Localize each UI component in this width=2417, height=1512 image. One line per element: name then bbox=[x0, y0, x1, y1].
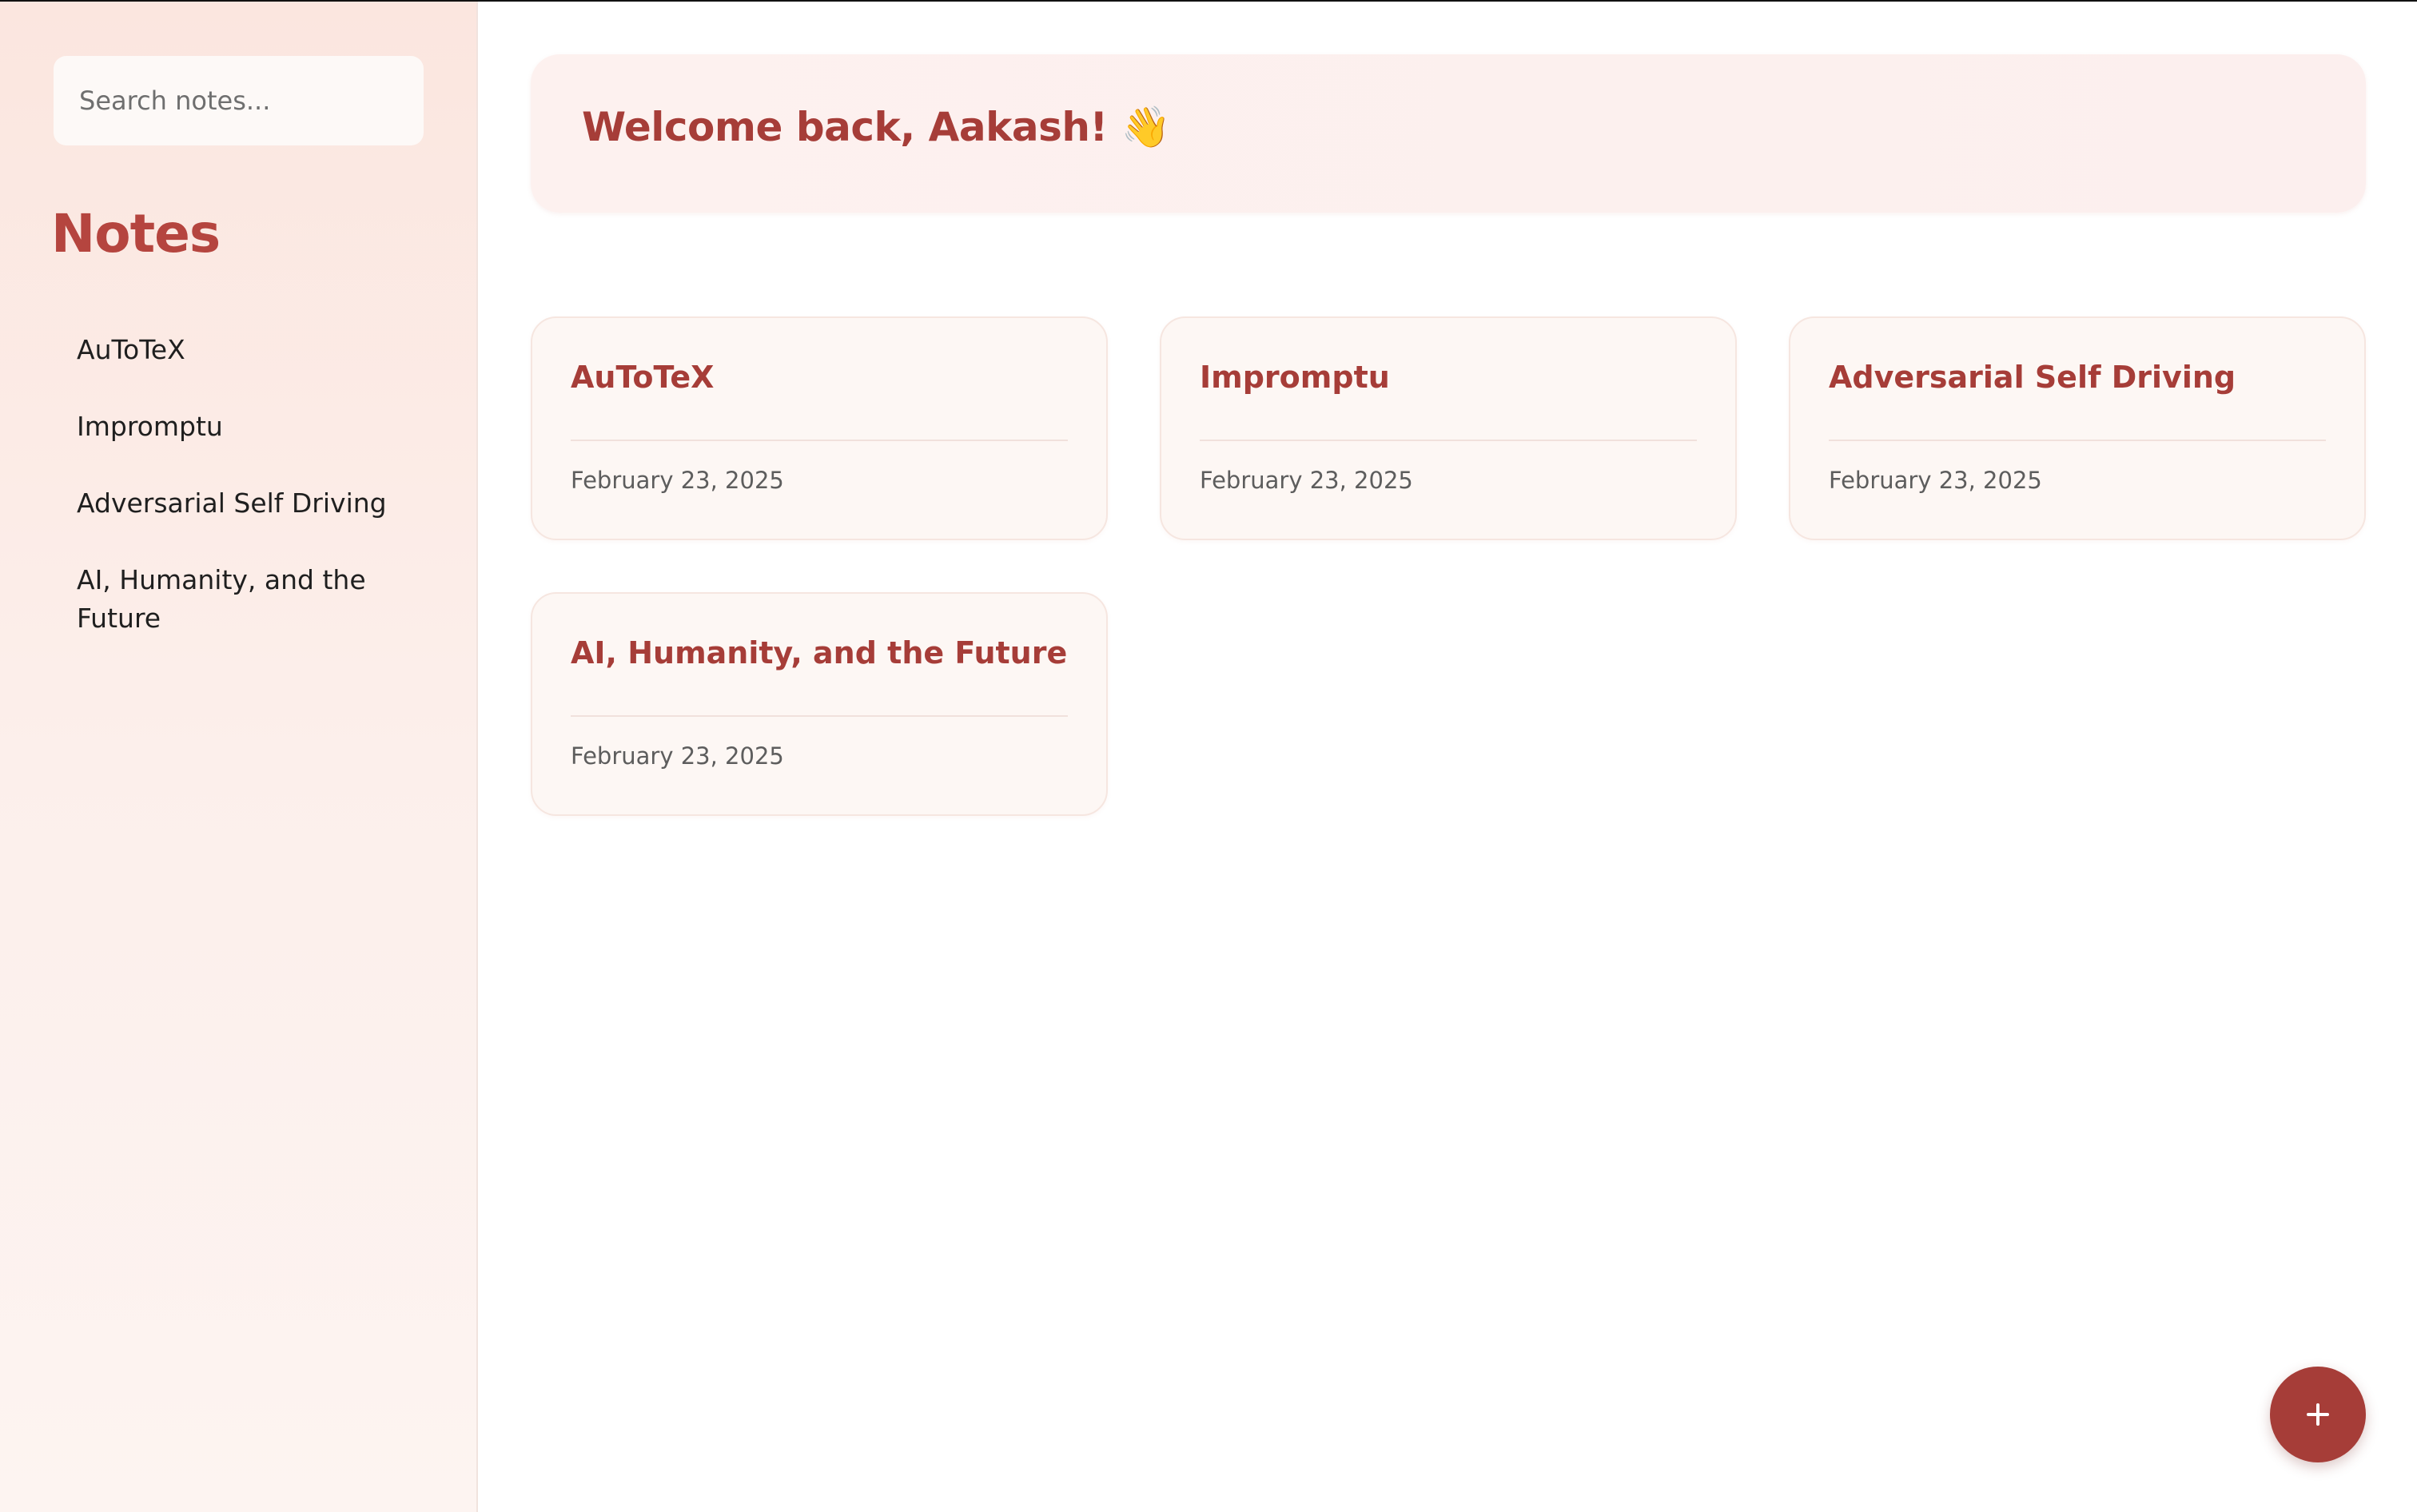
sidebar-item-ai-humanity-future[interactable]: AI, Humanity, and the Future bbox=[77, 561, 428, 638]
note-card-date: February 23, 2025 bbox=[571, 742, 784, 770]
note-card-title: AuToTeX bbox=[571, 360, 715, 395]
add-note-button[interactable] bbox=[2270, 1367, 2366, 1462]
sidebar-item-impromptu[interactable]: Impromptu bbox=[77, 408, 428, 446]
note-card[interactable]: Impromptu February 23, 2025 bbox=[1160, 316, 1737, 540]
note-list: AuToTeX Impromptu Adversarial Self Drivi… bbox=[77, 331, 428, 676]
note-card[interactable]: AI, Humanity, and the Future February 23… bbox=[531, 592, 1108, 816]
divider bbox=[1200, 440, 1697, 441]
search-placeholder: Search notes... bbox=[79, 86, 271, 116]
sidebar-item-autotex[interactable]: AuToTeX bbox=[77, 331, 428, 369]
sidebar-item-adversarial-self-driving[interactable]: Adversarial Self Driving bbox=[77, 484, 428, 523]
divider bbox=[1829, 440, 2326, 441]
note-card-date: February 23, 2025 bbox=[1829, 467, 2042, 494]
divider bbox=[571, 715, 1068, 717]
divider bbox=[571, 440, 1068, 441]
search-input[interactable]: Search notes... bbox=[54, 56, 424, 145]
plus-icon bbox=[2307, 1403, 2329, 1426]
note-card-date: February 23, 2025 bbox=[571, 467, 784, 494]
note-card-date: February 23, 2025 bbox=[1200, 467, 1413, 494]
sidebar: Search notes... Notes AuToTeX Impromptu … bbox=[0, 2, 478, 1512]
note-card-title: AI, Humanity, and the Future bbox=[571, 635, 1068, 670]
note-card[interactable]: AuToTeX February 23, 2025 bbox=[531, 316, 1108, 540]
sidebar-title: Notes bbox=[51, 203, 221, 265]
welcome-banner: Welcome back, Aakash! 👋 bbox=[531, 54, 2366, 213]
welcome-message: Welcome back, Aakash! 👋 bbox=[582, 104, 1171, 150]
app-window: Search notes... Notes AuToTeX Impromptu … bbox=[0, 0, 2417, 1512]
note-card-title: Adversarial Self Driving bbox=[1829, 360, 2236, 395]
note-card-title: Impromptu bbox=[1200, 360, 1390, 395]
note-card[interactable]: Adversarial Self Driving February 23, 20… bbox=[1789, 316, 2366, 540]
